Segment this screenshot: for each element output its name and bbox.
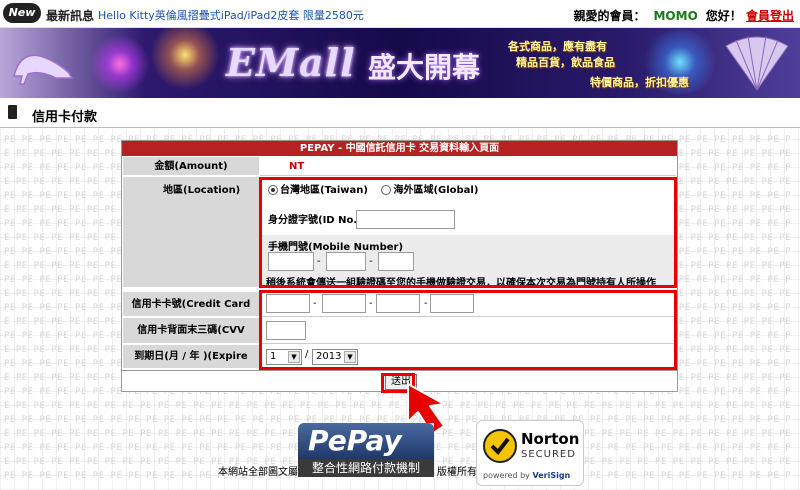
fan-icon	[725, 35, 789, 91]
banner-tag: 精品百貨，飲品食品	[516, 56, 615, 69]
banner-title: EMall	[226, 40, 356, 85]
member-area: 親愛的會員： MOMO 您好！ 會員登出	[573, 7, 794, 24]
banner: EMall 盛大開幕 各式商品，應有盡有 精品百貨，飲品食品 特價商品，折扣優惠	[0, 28, 800, 98]
username: MOMO	[653, 9, 698, 23]
footer-copyright-left: 本網站全部圖文屬	[218, 467, 298, 478]
highlight-box-card	[259, 290, 677, 370]
footer-copyright-right: 版權所有	[437, 467, 477, 478]
firework-decoration	[150, 28, 220, 90]
expire-label: 到期日(月 / 年 )(Expire Date)	[123, 345, 259, 386]
banner-tag: 各式商品，應有盡有	[508, 40, 607, 53]
greeting: 您好！	[705, 9, 742, 23]
page-title: 信用卡付款	[32, 110, 98, 125]
high-heel-shoe-icon	[13, 54, 74, 85]
news-label: 最新訊息	[46, 9, 95, 23]
norton-powered-by: powered by VeriSign	[483, 471, 571, 480]
pepay-logo-subtitle: 整合性網路付款機制	[298, 459, 434, 477]
pepay-logo-text: PePay	[298, 423, 434, 459]
form-header: PEPAY - 中國信託信用卡 交易資料輸入頁面	[122, 141, 677, 156]
payment-form: PEPAY - 中國信託信用卡 交易資料輸入頁面 金額(Amount) NT 地…	[121, 140, 678, 392]
amount-value: NT	[289, 161, 305, 172]
checkmark-icon	[483, 429, 517, 463]
cvv-label: 信用卡背面末三碼(CVV Code)	[123, 318, 259, 362]
highlight-box-location	[259, 177, 677, 288]
card-number-label: 信用卡卡號(Credit Card No.)	[123, 292, 259, 335]
norton-secured-text: SECURED	[521, 449, 576, 460]
page-heading: 信用卡付款	[0, 98, 800, 128]
banner-tag: 特價商品，折扣優惠	[590, 76, 689, 89]
banner-subtitle: 盛大開幕	[368, 51, 481, 84]
top-bar: New 最新訊息 Hello Kitty英倫風摺疊式iPad/iPad2皮套 限…	[0, 0, 800, 28]
amount-label: 金額(Amount)	[123, 157, 259, 176]
news-link[interactable]: Hello Kitty英倫風摺疊式iPad/iPad2皮套 限量2580元	[98, 7, 364, 23]
firework-decoration	[90, 34, 150, 94]
new-badge: New	[3, 3, 41, 23]
logout-link[interactable]: 會員登出	[746, 9, 794, 23]
member-prefix: 親愛的會員：	[573, 9, 646, 23]
location-label: 地區(Location)	[123, 177, 259, 288]
pepay-logo: PePay 整合性網路付款機制	[298, 423, 434, 479]
norton-name: Norton	[521, 430, 580, 448]
card-icon	[8, 105, 17, 119]
amount-cell: NT	[260, 157, 676, 176]
norton-secured-badge: Norton SECURED powered by VeriSign	[476, 420, 584, 486]
